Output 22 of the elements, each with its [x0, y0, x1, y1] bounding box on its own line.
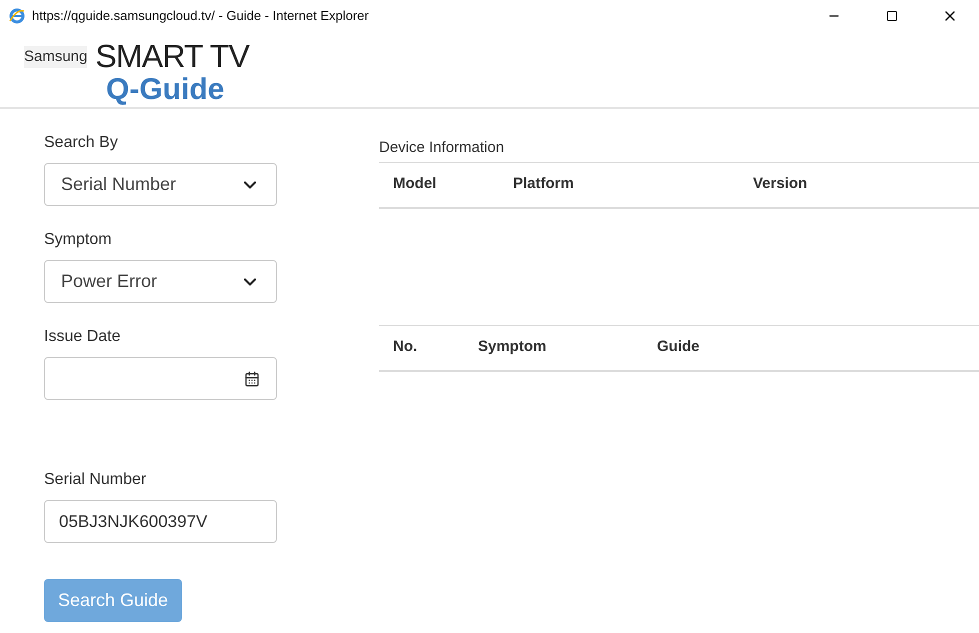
field-label: Issue Date	[44, 327, 122, 347]
window-title: https://qguide.samsungcloud.tv/ - Guide - Internet Explorer	[32, 7, 369, 26]
browser-icon	[8, 7, 26, 25]
date-field[interactable]	[44, 357, 277, 400]
column-header: No.	[392, 337, 418, 358]
input-field[interactable]: 05BJ3NJK600397V	[44, 500, 277, 543]
column-header: Platform	[512, 174, 575, 194]
field-label: Search By	[44, 133, 119, 153]
column-header: Symptom	[478, 337, 548, 358]
dropdown[interactable]: Serial Number	[44, 163, 277, 206]
maximize-icon	[886, 10, 898, 22]
field-label: Symptom	[44, 230, 113, 250]
column-header: Version	[752, 174, 808, 194]
field-label: Serial Number	[44, 470, 148, 490]
calendar-icon	[244, 370, 260, 386]
column-header: Model	[392, 174, 438, 194]
logo-title: Q-Guide	[106, 74, 226, 106]
logo-brand: Samsung	[24, 46, 88, 68]
logo-product: SMART TV	[95, 38, 250, 74]
dropdown[interactable]: Power Error	[44, 260, 277, 303]
column-header: Guide	[657, 337, 700, 358]
section-title: Device Information	[379, 138, 506, 158]
